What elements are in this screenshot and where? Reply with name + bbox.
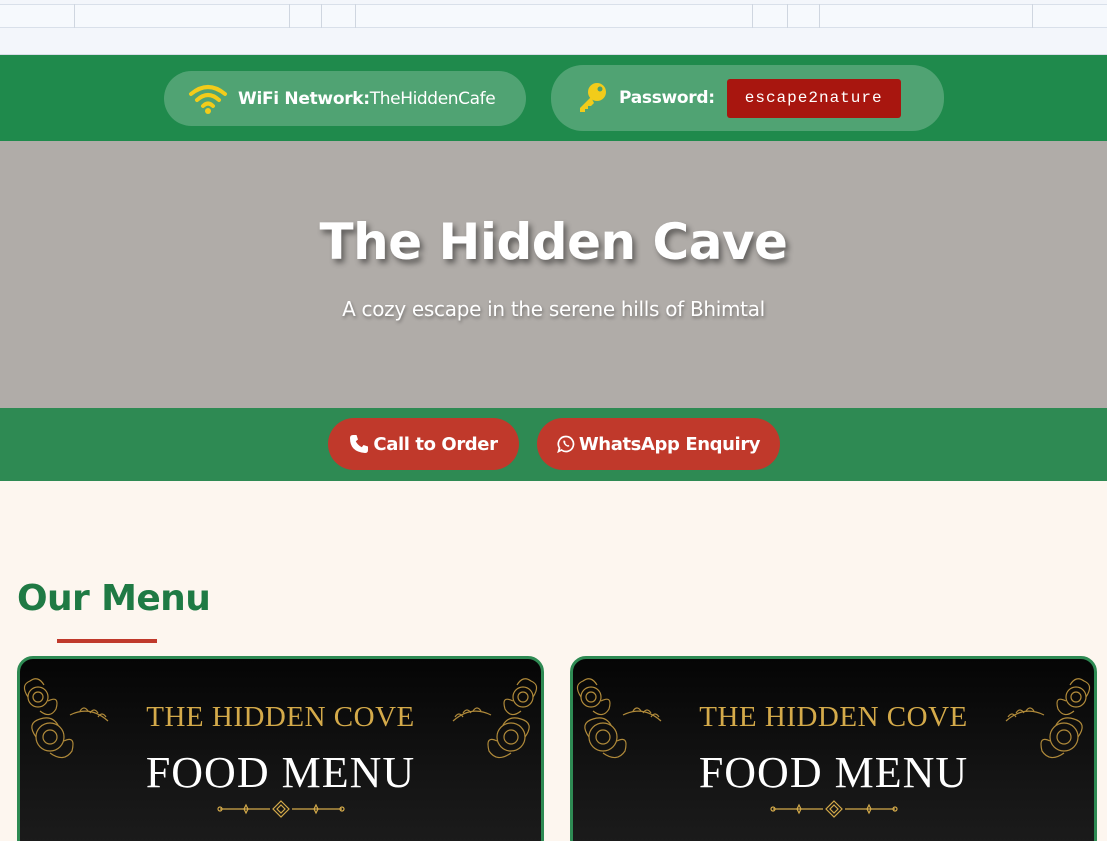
grid-divider <box>787 4 788 28</box>
menu-card-brand: THE HIDDEN COVE <box>699 701 968 733</box>
menu-card-title: FOOD MENU <box>145 748 416 797</box>
hero-title: The Hidden Cave <box>319 213 788 271</box>
key-icon <box>580 83 606 112</box>
whatsapp-enquiry-label: WhatsApp Enquiry <box>578 433 761 455</box>
menu-card-brand: THE HIDDEN COVE <box>146 701 415 733</box>
action-bar: Call to Order WhatsApp Enquiry <box>0 408 1107 481</box>
menu-card-title: FOOD MENU <box>698 748 969 797</box>
grid-divider <box>1032 4 1033 28</box>
top-grid-row <box>0 4 1107 28</box>
whatsapp-icon <box>557 435 575 453</box>
wifi-icon <box>189 84 227 114</box>
call-to-order-label: Call to Order <box>373 433 498 455</box>
wifi-info-bar: WiFi Network: TheHiddenCafe Password: es… <box>0 55 1107 141</box>
menu-heading: Our Menu <box>17 578 211 619</box>
hero-banner: The Hidden Cave A cozy escape in the ser… <box>0 141 1107 408</box>
wifi-network-label: WiFi Network: <box>238 88 370 109</box>
grid-divider <box>74 4 75 28</box>
menu-card[interactable]: THE HIDDEN COVE FOOD MENU <box>570 656 1097 841</box>
password-label: Password: <box>619 88 715 108</box>
phone-icon <box>350 435 369 453</box>
wifi-password-pill: Password: escape2nature <box>551 65 944 131</box>
grid-divider <box>819 4 820 28</box>
grid-divider <box>752 4 753 28</box>
call-to-order-button[interactable]: Call to Order <box>328 418 519 470</box>
divider-ornament-icon <box>216 800 345 818</box>
wifi-network-value: TheHiddenCafe <box>369 88 496 109</box>
grid-divider <box>321 4 322 28</box>
password-value[interactable]: escape2nature <box>726 78 901 118</box>
grid-divider <box>289 4 290 28</box>
divider-ornament-icon <box>769 800 898 818</box>
hero-subtitle: A cozy escape in the serene hills of Bhi… <box>342 297 765 321</box>
wifi-network-pill: WiFi Network: TheHiddenCafe <box>164 71 526 126</box>
menu-card[interactable]: THE HIDDEN COVE FOOD MENU <box>17 656 544 841</box>
browser-top-strip <box>0 0 1107 55</box>
grid-divider <box>355 4 356 28</box>
whatsapp-enquiry-button[interactable]: WhatsApp Enquiry <box>537 418 780 470</box>
menu-heading-underline <box>57 639 157 643</box>
